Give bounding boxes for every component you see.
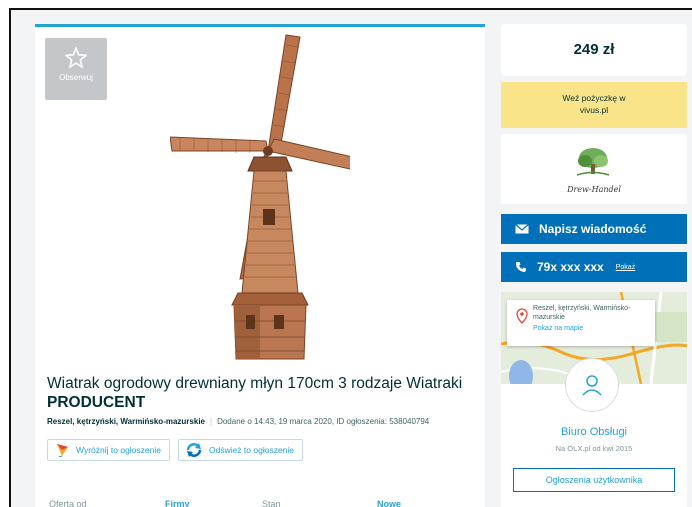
- watch-label: Obserwuj: [59, 73, 93, 82]
- meta-separator: |: [210, 417, 213, 426]
- highlight-ad-label: Wyróżnij to ogłoszenie: [76, 445, 161, 455]
- ad-meta: Reszel, kętrzyński, Warmińsko-mazurskie |…: [47, 417, 477, 426]
- photo-gallery[interactable]: Obserwuj: [35, 27, 485, 367]
- windmill-photo: [170, 34, 350, 360]
- ad-title: Wiatrak ogrodowy drewniany młyn 170cm 3 …: [47, 374, 477, 412]
- send-message-label: Napisz wiadomość: [539, 222, 647, 236]
- seller-logo-text: Drew-Handel: [566, 185, 621, 194]
- ad-title-line2: PRODUCENT: [47, 394, 146, 411]
- seller-name[interactable]: Biuro Obsługi: [501, 426, 687, 438]
- highlight-ad-button[interactable]: Wyróżnij to ogłoszenie: [47, 439, 170, 461]
- kite-icon: [57, 444, 68, 457]
- loan-text-line1: Weź pożyczkę w: [562, 93, 626, 103]
- map-location-label: Reszel, kętrzyński, Warmińsko-mazurskie …: [507, 300, 655, 346]
- seller-logo-tree-icon: Drew-Handel: [566, 148, 621, 194]
- seller-card: Reszel, kętrzyński, Warmińsko-mazurskie …: [501, 292, 687, 507]
- ad-location[interactable]: Reszel, kętrzyński, Warmińsko-mazurskie: [47, 417, 205, 426]
- phone-number: 79x xxx xxx: [537, 260, 604, 274]
- map-pin-icon: [516, 308, 528, 324]
- param-key-condition: Stan: [262, 499, 281, 507]
- refresh-ad-label: Odśwież to ogłoszenie: [208, 445, 295, 455]
- loan-banner[interactable]: Weź pożyczkę w vivus.pl: [501, 82, 687, 128]
- price: 249 zł: [573, 41, 615, 58]
- phone-icon: [516, 262, 526, 272]
- ad-main-card: Obserwuj Wiatrak ogrodowy drewniany młyn…: [35, 24, 485, 507]
- show-on-map-link[interactable]: Pokaż na mapie: [533, 325, 649, 334]
- show-phone-link[interactable]: Pokaż: [616, 264, 635, 271]
- map-location-text: Reszel, kętrzyński, Warmińsko-mazurskie: [533, 305, 631, 321]
- user-ads-button[interactable]: Ogłoszenia użytkownika: [513, 468, 675, 492]
- price-box: 249 zł: [501, 24, 687, 76]
- show-phone-button[interactable]: 79x xxx xxx Pokaż: [501, 252, 687, 282]
- seller-since: Na OLX.pl od kwi 2015: [555, 444, 633, 453]
- ad-added-info: Dodane o 14:43, 19 marca 2020, ID ogłosz…: [217, 417, 430, 426]
- param-value-condition[interactable]: Nowe: [377, 499, 401, 507]
- refresh-ad-button[interactable]: Odśwież to ogłoszenie: [177, 439, 304, 461]
- watch-button[interactable]: Obserwuj: [45, 38, 107, 100]
- page-frame: Obserwuj Wiatrak ogrodowy drewniany młyn…: [9, 8, 692, 507]
- star-icon: [65, 47, 87, 68]
- seller-avatar: [565, 358, 619, 412]
- loan-text-line2: vivus.pl: [579, 105, 609, 115]
- ad-title-line1: Wiatrak ogrodowy drewniany młyn 170cm 3 …: [47, 375, 463, 392]
- user-icon: [582, 375, 602, 396]
- promo-row: Wyróżnij to ogłoszenie Odśwież to ogłosz…: [47, 439, 304, 463]
- param-value-offer-from[interactable]: Firmy: [165, 499, 190, 507]
- seller-logo-box[interactable]: Drew-Handel: [501, 134, 687, 204]
- envelope-icon: [515, 224, 529, 234]
- send-message-button[interactable]: Napisz wiadomość: [501, 214, 687, 244]
- refresh-icon: [186, 443, 202, 457]
- param-key-offer-from: Oferta od: [49, 499, 87, 507]
